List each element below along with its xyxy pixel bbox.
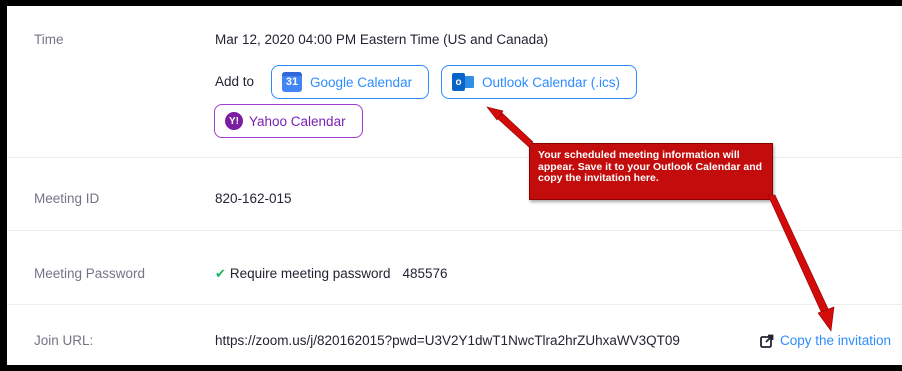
time-value: Mar 12, 2020 04:00 PM Eastern Time (US a… bbox=[215, 32, 549, 47]
copy-invitation-link[interactable]: Copy the invitation bbox=[760, 333, 891, 348]
join-url-value[interactable]: https://zoom.us/j/820162015?pwd=U3V2Y1dw… bbox=[215, 333, 680, 348]
google-calendar-icon: 31 bbox=[282, 72, 302, 92]
meeting-id-value: 820-162-015 bbox=[215, 191, 292, 206]
meeting-password-row: Meeting Password ✔ Require meeting passwo… bbox=[7, 231, 902, 305]
instruction-callout: Your scheduled meeting information will … bbox=[529, 143, 773, 200]
meeting-id-label: Meeting ID bbox=[34, 191, 100, 206]
require-password-text: Require meeting password bbox=[229, 266, 391, 281]
outlook-calendar-label: Outlook Calendar (.ics) bbox=[482, 74, 621, 90]
share-icon bbox=[760, 334, 774, 348]
time-label: Time bbox=[34, 32, 64, 47]
yahoo-calendar-icon: Y! bbox=[225, 112, 243, 130]
join-url-label: Join URL: bbox=[34, 333, 94, 348]
time-row: Time Mar 12, 2020 04:00 PM Eastern Time … bbox=[7, 6, 902, 158]
meeting-password-label: Meeting Password bbox=[34, 266, 146, 281]
meeting-password-value: ✔ Require meeting password 485576 bbox=[215, 266, 448, 282]
outlook-calendar-button[interactable]: o Outlook Calendar (.ics) bbox=[441, 65, 637, 99]
yahoo-calendar-button[interactable]: Y! Yahoo Calendar bbox=[214, 104, 363, 138]
checkmark-icon: ✔ bbox=[215, 266, 226, 281]
google-calendar-button[interactable]: 31 Google Calendar bbox=[271, 65, 429, 99]
meeting-details-panel: Time Mar 12, 2020 04:00 PM Eastern Time … bbox=[7, 6, 902, 365]
add-to-label: Add to bbox=[215, 74, 255, 89]
copy-invitation-label: Copy the invitation bbox=[780, 333, 892, 348]
password-value: 485576 bbox=[402, 266, 448, 281]
outlook-calendar-icon: o bbox=[452, 72, 474, 92]
yahoo-calendar-label: Yahoo Calendar bbox=[249, 113, 346, 129]
google-calendar-label: Google Calendar bbox=[310, 74, 413, 90]
